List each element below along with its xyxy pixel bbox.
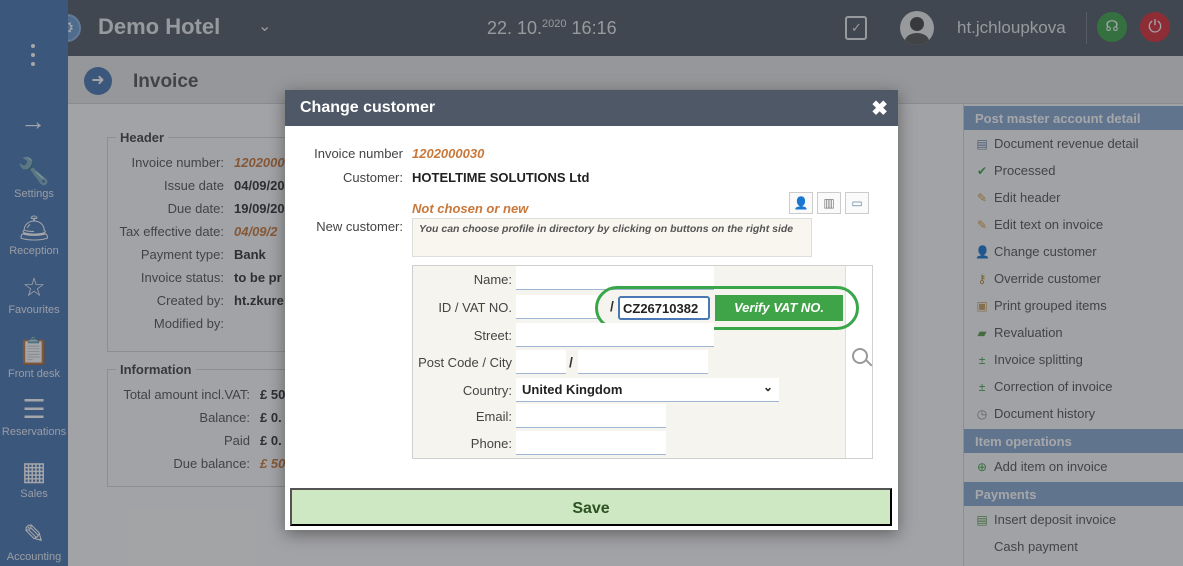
person-icon: 👤 [793, 196, 809, 210]
card-directory-button[interactable]: ▭ [845, 192, 869, 214]
save-button[interactable]: Save [290, 488, 892, 526]
invoice-number-value: 1202000030 [412, 146, 485, 161]
magnifier-icon[interactable] [852, 348, 868, 364]
chevron-down-icon: ⌄ [762, 380, 773, 394]
building-icon: ▥ [823, 196, 835, 210]
hint-text: You can choose profile in directory by c… [412, 218, 812, 257]
postcode-city-label: Post Code / City [418, 355, 512, 370]
phone-label: Phone: [470, 436, 512, 451]
city-input[interactable] [578, 350, 708, 374]
street-input[interactable] [516, 323, 714, 347]
postcode-separator: / [569, 354, 573, 370]
country-label: Country: [462, 383, 512, 398]
vat-number-input[interactable] [618, 296, 710, 320]
verify-vat-button[interactable]: Verify VAT NO. [715, 295, 843, 321]
country-value: United Kingdom [522, 382, 623, 397]
customer-value: HOTELTIME SOLUTIONS Ltd [412, 170, 590, 185]
close-icon[interactable]: ✖ [871, 96, 888, 121]
name-label: Name: [473, 272, 512, 287]
vat-label: ID / VAT NO. [438, 300, 512, 315]
person-directory-button[interactable]: 👤 [789, 192, 813, 214]
new-customer-value: Not chosen or new [412, 201, 529, 216]
id-input[interactable] [516, 295, 598, 319]
company-directory-button[interactable]: ▥ [817, 192, 841, 214]
phone-input[interactable] [516, 431, 666, 455]
country-select[interactable]: United Kingdom ⌄ [516, 378, 779, 402]
card-icon: ▭ [851, 196, 863, 210]
street-label: Street: [473, 328, 512, 343]
new-customer-label: New customer: [316, 219, 403, 234]
customer-label: Customer: [343, 170, 403, 185]
postcode-input[interactable] [516, 350, 566, 374]
invoice-number-label: Invoice number [314, 146, 403, 161]
customer-form: Name: ID / VAT NO. / Verify VAT NO. Stre… [412, 265, 873, 459]
email-input[interactable] [516, 404, 666, 428]
dialog-title: Change customer [300, 99, 436, 116]
email-label: Email: [475, 409, 512, 424]
separator-slash: / [610, 298, 614, 314]
change-customer-dialog: Change customer ✖ Invoice number 1202000… [285, 90, 898, 530]
dialog-header: Change customer ✖ [285, 90, 898, 126]
